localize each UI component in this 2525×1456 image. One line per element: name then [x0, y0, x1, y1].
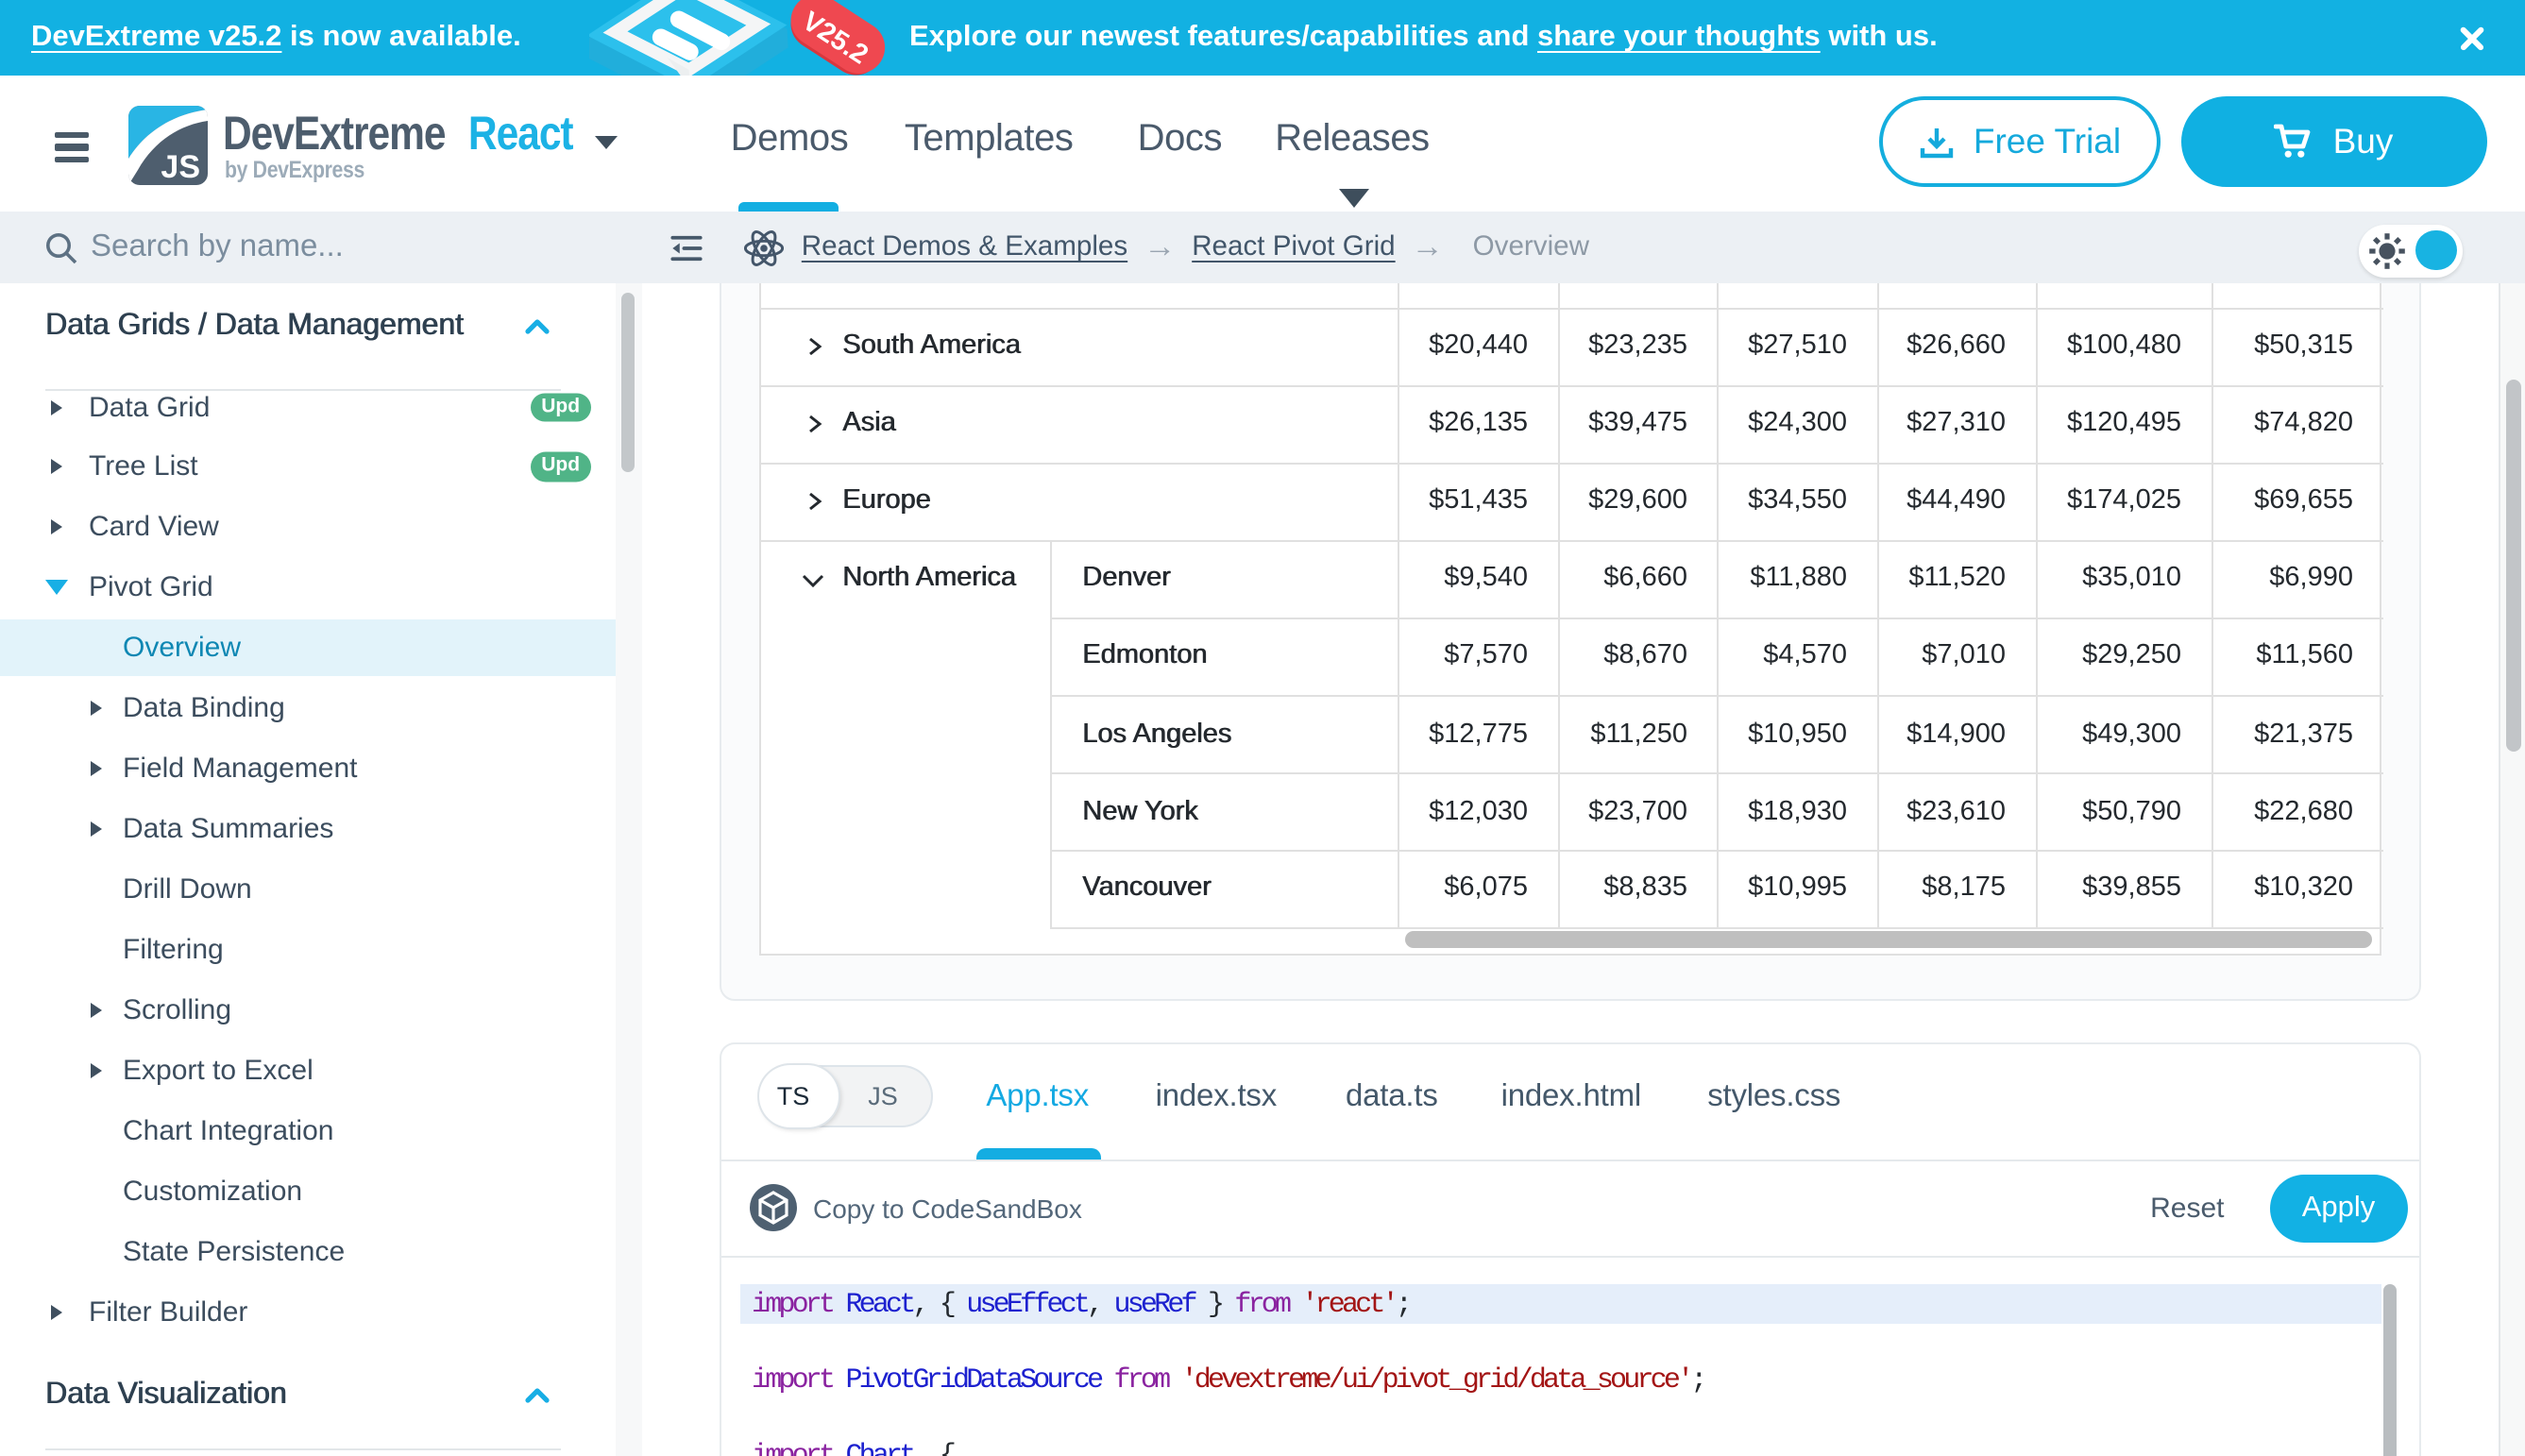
svg-text:JS: JS [160, 149, 199, 185]
